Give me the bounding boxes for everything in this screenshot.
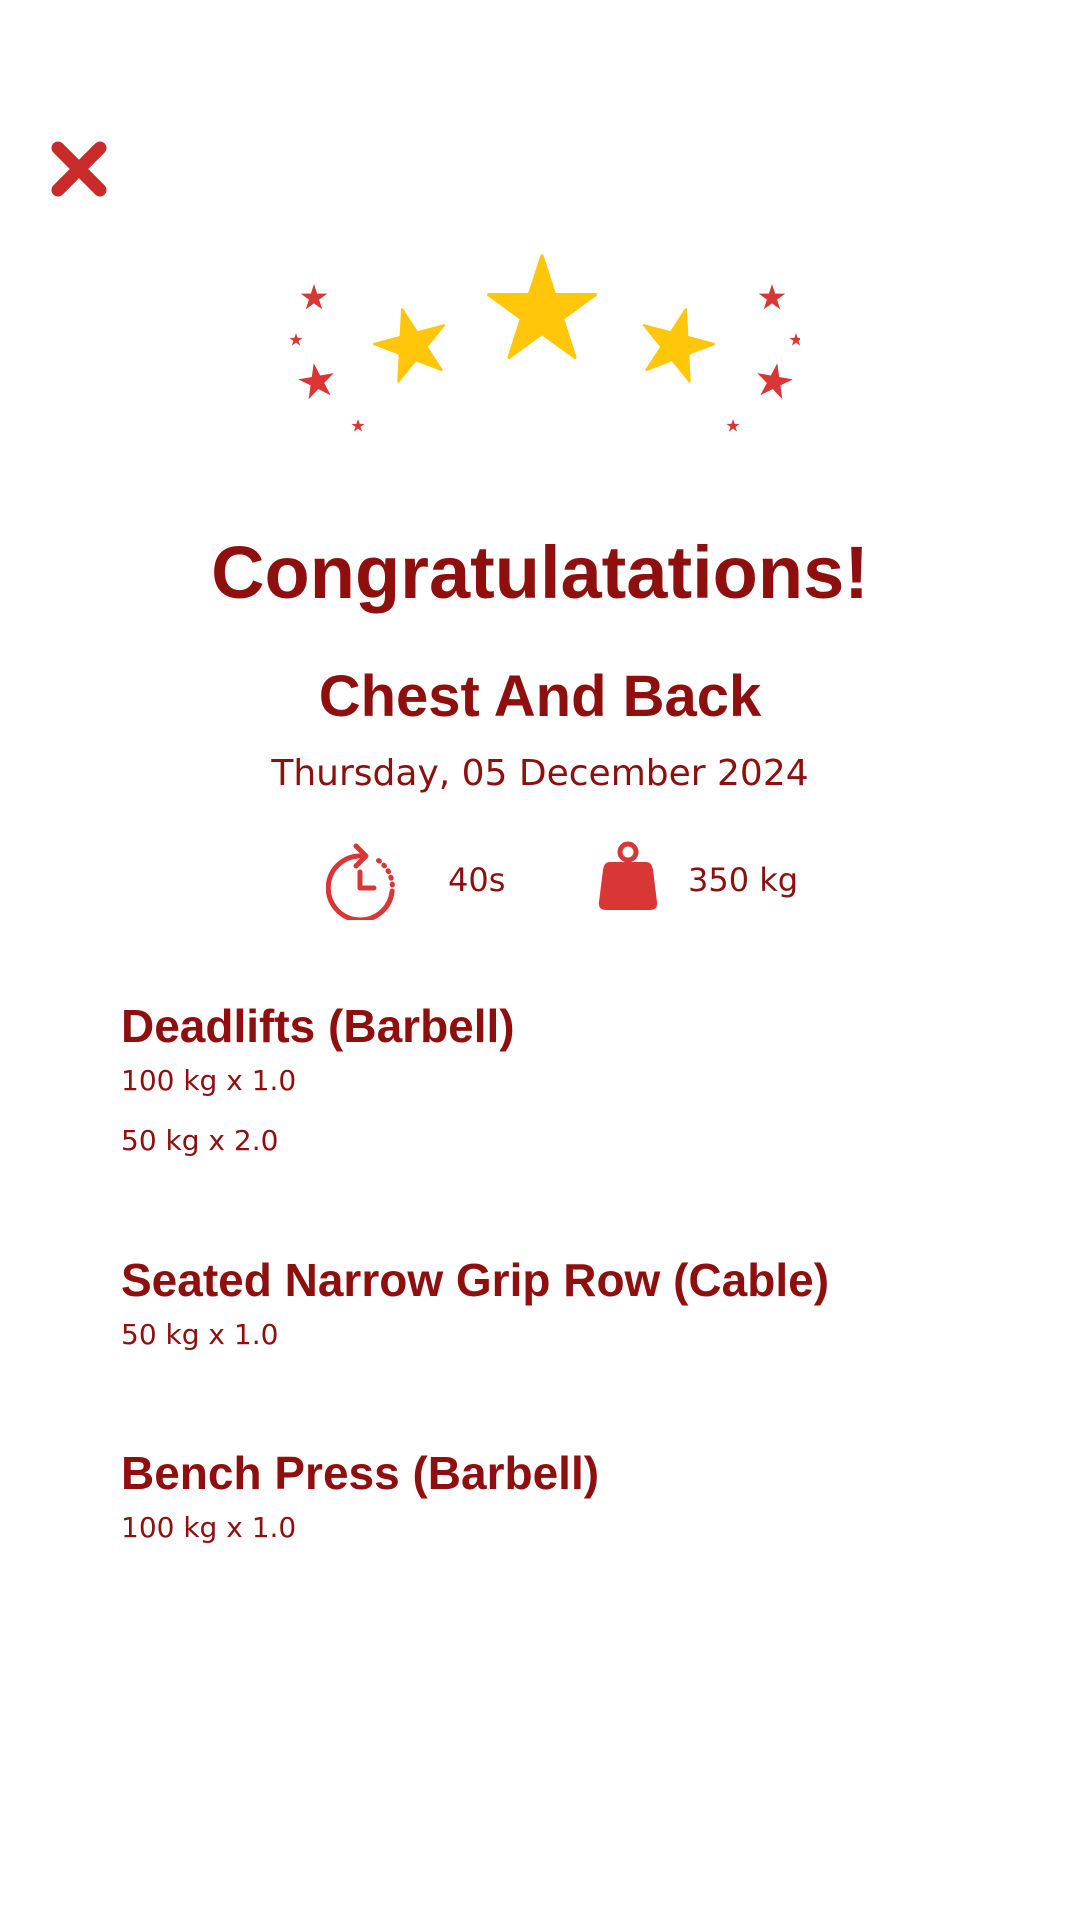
stars-icon (289, 250, 800, 432)
exercise-name: Deadlifts (Barbell) (121, 1000, 515, 1052)
exercise-item: Seated Narrow Grip Row (Cable) 50 kg x 1… (121, 1252, 1021, 1378)
exercise-name: Seated Narrow Grip Row (Cable) (121, 1254, 830, 1306)
kettlebell-weight-icon (598, 841, 658, 910)
exercise-name: Bench Press (Barbell) (121, 1447, 600, 1499)
workout-name: Chest And Back (318, 664, 762, 729)
timer-icon (326, 843, 395, 920)
exercise-set: 50 kg x 1.0 (121, 1318, 279, 1351)
exercise-set: 100 kg x 1.0 (121, 1064, 297, 1097)
exercise-set: 50 kg x 2.0 (121, 1124, 279, 1157)
exercise-item: Deadlifts (Barbell) 100 kg x 1.0 50 kg x… (121, 998, 1021, 1184)
close-icon (51, 141, 107, 197)
duration-value: 40s (448, 861, 506, 899)
exercise-set: 100 kg x 1.0 (121, 1511, 297, 1544)
volume-value: 350 kg (688, 861, 799, 899)
workout-date: Thursday, 05 December 2024 (271, 753, 809, 794)
congratulations-title: Congratulatations! (211, 531, 869, 614)
close-button[interactable] (50, 140, 108, 198)
workout-stats: 40s 350 kg (0, 840, 1080, 920)
exercise-item: Bench Press (Barbell) 100 kg x 1.0 (121, 1445, 1021, 1571)
